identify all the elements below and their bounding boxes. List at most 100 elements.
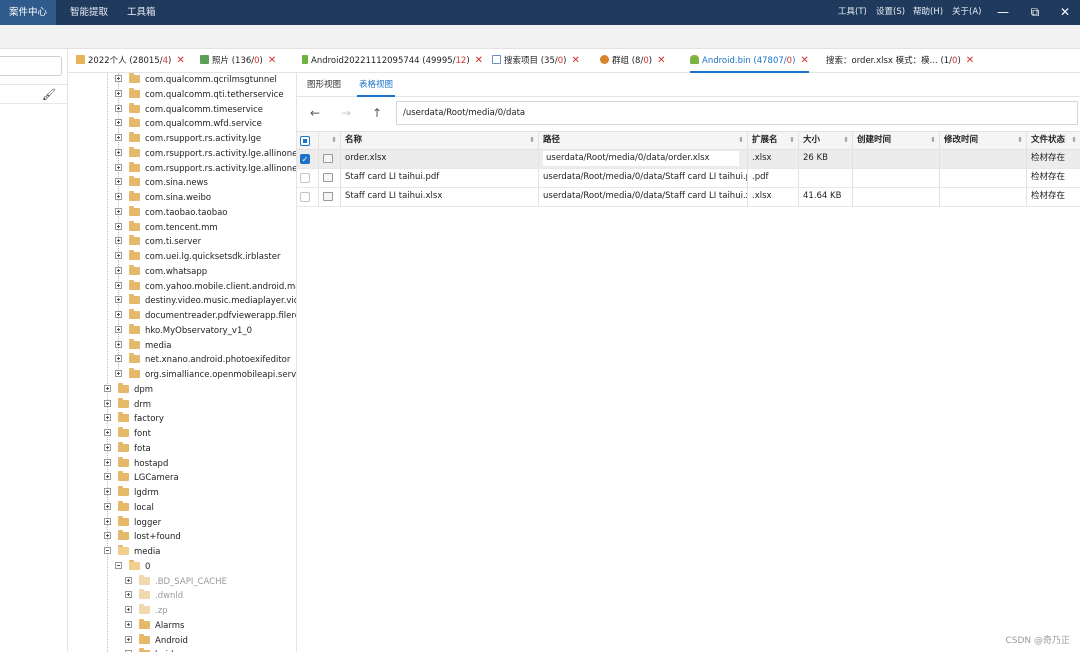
- expand-icon[interactable]: [104, 502, 111, 510]
- expand-icon[interactable]: [104, 399, 111, 407]
- expand-icon[interactable]: [125, 635, 132, 643]
- menu-about[interactable]: 关于(A): [952, 0, 981, 25]
- row-checkbox[interactable]: [300, 173, 310, 183]
- tree-node[interactable]: Alarms: [125, 618, 184, 633]
- tree-node[interactable]: Android: [125, 633, 188, 648]
- tree-node[interactable]: baidu: [125, 648, 179, 652]
- expand-icon[interactable]: [115, 207, 122, 215]
- tree-node[interactable]: documentreader.pdfviewerapp.fileread: [115, 309, 296, 323]
- select-all-cell[interactable]: [297, 132, 319, 149]
- row-select-cell[interactable]: [297, 188, 319, 206]
- tree-node[interactable]: com.uei.lg.quicksetsdk.irblaster: [115, 250, 280, 264]
- close-tab-icon[interactable]: ✕: [657, 55, 665, 66]
- tree-node[interactable]: dpm: [104, 382, 153, 397]
- expand-icon[interactable]: [125, 591, 132, 599]
- expand-icon[interactable]: [115, 296, 122, 304]
- table-row[interactable]: ✓ order.xlsx userdata/Root/media/0/data/…: [297, 150, 1080, 169]
- menu-tools[interactable]: 工具(T): [838, 0, 867, 25]
- tree-node[interactable]: factory: [104, 412, 164, 426]
- expand-icon[interactable]: [104, 384, 111, 392]
- menu-case-center[interactable]: 案件中心: [0, 0, 57, 25]
- tree-node[interactable]: org.simalliance.openmobileapi.service: [115, 368, 296, 382]
- expand-icon[interactable]: [115, 75, 122, 82]
- expand-icon[interactable]: [115, 134, 122, 141]
- minimize-icon[interactable]: —: [991, 0, 1015, 25]
- tab-search-project[interactable]: 搜索项目 (35/0) ✕: [492, 49, 580, 73]
- row-select-cell[interactable]: ✓: [297, 150, 319, 168]
- tab-graph-view[interactable]: 图形视图: [305, 73, 343, 97]
- expand-icon[interactable]: [115, 266, 122, 274]
- tree-node[interactable]: lost+found: [104, 530, 181, 544]
- expand-icon[interactable]: [115, 237, 122, 245]
- tab-photos[interactable]: 照片 (136/0) ✕: [200, 49, 276, 73]
- expand-icon[interactable]: [115, 311, 122, 318]
- row-select-cell[interactable]: [297, 169, 319, 187]
- tree-node[interactable]: com.tencent.mm: [115, 220, 218, 235]
- expand-icon[interactable]: [115, 222, 122, 230]
- back-arrow-icon[interactable]: ←: [306, 104, 324, 122]
- tab-android-bin[interactable]: Android.bin (47807/0) ✕: [690, 49, 809, 73]
- tree-node[interactable]: com.qualcomm.qcrilmsgtunnel: [115, 73, 277, 87]
- menu-settings[interactable]: 设置(S): [876, 0, 905, 25]
- tab-search-result[interactable]: 搜索：order.xlsx 模式：模... (1/0) ✕: [826, 49, 974, 73]
- column-header-extension[interactable]: 扩展名 ⬍: [748, 132, 799, 149]
- expand-icon[interactable]: [125, 606, 132, 613]
- row-checkbox[interactable]: ✓: [300, 154, 310, 164]
- expand-icon[interactable]: [115, 340, 122, 348]
- expand-icon[interactable]: [115, 104, 122, 112]
- tree-node[interactable]: font: [104, 427, 151, 441]
- tree-node[interactable]: com.taobao.taobao: [115, 205, 228, 220]
- expand-icon[interactable]: [104, 473, 111, 481]
- tree-node[interactable]: hko.MyObservatory_v1_0: [115, 323, 252, 338]
- expand-icon[interactable]: [115, 252, 122, 259]
- expand-icon[interactable]: [104, 429, 111, 436]
- left-search-input[interactable]: [0, 56, 62, 76]
- collapse-icon[interactable]: [104, 547, 111, 554]
- tree-node[interactable]: com.whatsapp: [115, 264, 207, 279]
- tree-node[interactable]: .zp: [125, 604, 168, 618]
- expand-icon[interactable]: [104, 488, 111, 495]
- expand-icon[interactable]: [115, 89, 122, 97]
- tree-node[interactable]: com.qualcomm.qti.tetherservice: [115, 87, 284, 102]
- tree-node[interactable]: com.rsupport.rs.activity.lge.allinone.ov…: [115, 161, 296, 176]
- select-all-checkbox[interactable]: [300, 136, 310, 146]
- tree-node[interactable]: lgdrm: [104, 486, 159, 500]
- close-tab-icon[interactable]: ✕: [268, 55, 276, 66]
- close-tab-icon[interactable]: ✕: [966, 55, 974, 66]
- row-checkbox[interactable]: [300, 192, 310, 202]
- column-header-path[interactable]: 路径 ⬍: [539, 132, 748, 149]
- column-header-size[interactable]: 大小 ⬍: [799, 132, 853, 149]
- close-tab-icon[interactable]: ✕: [176, 55, 184, 66]
- tree-node[interactable]: drm: [104, 397, 151, 412]
- collapse-icon[interactable]: [115, 561, 122, 569]
- expand-icon[interactable]: [115, 370, 122, 377]
- tree-node[interactable]: .BD_SAPI_CACHE: [125, 574, 227, 589]
- restore-icon[interactable]: ⧉: [1023, 0, 1047, 25]
- tree-node[interactable]: fota: [104, 441, 151, 456]
- tree-node[interactable]: com.yahoo.mobile.client.android.mail: [115, 279, 296, 294]
- expand-icon[interactable]: [104, 414, 111, 422]
- close-tab-icon[interactable]: ✕: [571, 55, 579, 66]
- expand-icon[interactable]: [125, 576, 132, 584]
- up-arrow-icon[interactable]: ↑: [368, 104, 386, 122]
- expand-icon[interactable]: [115, 325, 122, 333]
- tree-node[interactable]: .dwnld: [125, 589, 183, 603]
- tree-node[interactable]: com.rsupport.rs.activity.lge: [115, 132, 261, 146]
- tree-node[interactable]: media: [104, 545, 160, 559]
- expand-icon[interactable]: [104, 532, 111, 540]
- menu-smart-extract[interactable]: 智能提取: [61, 0, 117, 25]
- close-tab-icon[interactable]: ✕: [800, 55, 808, 66]
- menu-help[interactable]: 帮助(H): [913, 0, 943, 25]
- tree-node[interactable]: destiny.video.music.mediaplayer.videoa: [115, 294, 296, 308]
- column-header-name[interactable]: 名称 ⬍: [341, 132, 539, 149]
- tab-table-view[interactable]: 表格视图: [357, 73, 396, 97]
- tree-node[interactable]: net.xnano.android.photoexifeditor: [115, 353, 290, 367]
- tree-node[interactable]: logger: [104, 515, 161, 530]
- tree-node[interactable]: com.sina.news: [115, 176, 208, 190]
- tab-android-image[interactable]: Android20221112095744 (49995/12) ✕: [302, 49, 483, 73]
- path-input[interactable]: /userdata/Root/media/0/data: [396, 101, 1078, 125]
- expand-icon[interactable]: [115, 163, 122, 171]
- tree-node[interactable]: media: [115, 338, 171, 353]
- tree-node[interactable]: local: [104, 500, 154, 515]
- tab-case-2022[interactable]: 2022个人 (28015/4) ✕: [76, 49, 185, 73]
